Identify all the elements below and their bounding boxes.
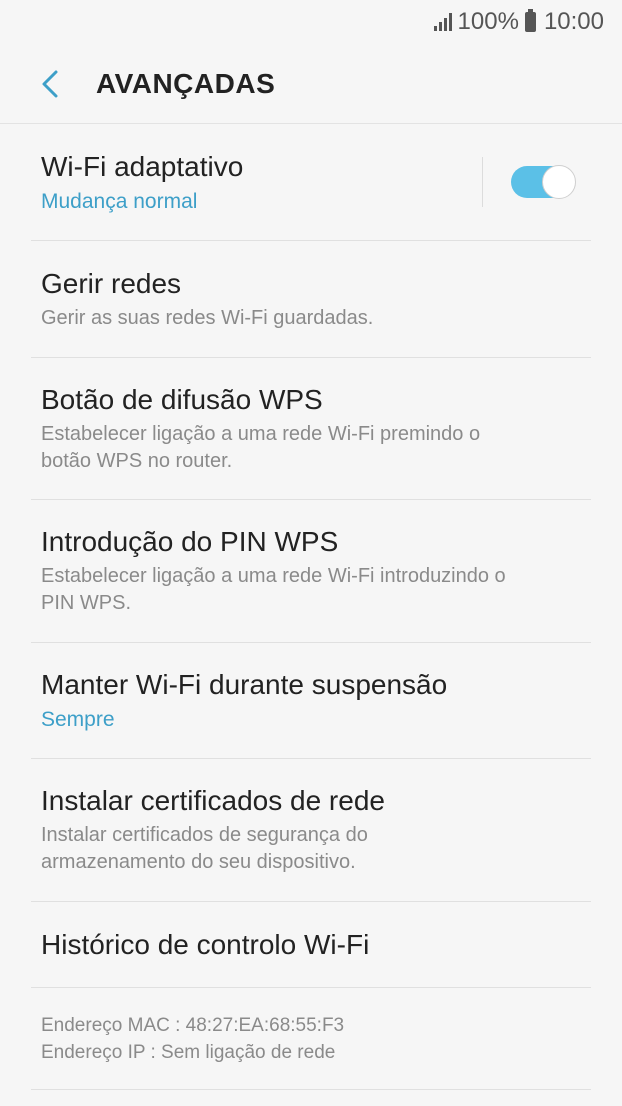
setting-manage-networks[interactable]: Gerir redes Gerir as suas redes Wi-Fi gu… [31,241,591,358]
setting-wps-pin[interactable]: Introdução do PIN WPS Estabelecer ligaçã… [31,500,591,643]
setting-subtitle: Estabelecer ligação a uma rede Wi-Fi int… [41,563,581,617]
setting-wifi-control-history[interactable]: Histórico de controlo Wi-Fi [31,902,591,988]
settings-list: Wi-Fi adaptativo Mudança normal Gerir re… [0,124,622,1090]
setting-title: Wi-Fi adaptativo [41,150,244,182]
setting-install-certificates[interactable]: Instalar certificados de rede Instalar c… [31,759,591,902]
setting-subtitle-line1: Estabelecer ligação a uma rede Wi-Fi pre… [41,422,481,445]
setting-subtitle-line2: PIN WPS. [41,592,132,614]
adaptive-wifi-toggle[interactable] [511,165,576,199]
setting-subtitle-line2: armazenamento do seu dispositivo. [41,851,356,873]
setting-title: Introdução do PIN WPS [41,526,339,557]
signal-icon [433,13,452,31]
setting-title: Botão de difusão WPS [41,383,323,415]
status-bar: 100% 10:00 [0,0,622,44]
ip-address: Endereço IP : Sem ligação de rede [41,1041,336,1063]
setting-subtitle: Sempre [41,708,115,731]
setting-title: Manter Wi-Fi durante suspensão [41,669,448,700]
setting-subtitle: Estabelecer ligação a uma rede Wi-Fi pre… [41,421,581,475]
toggle-knob [542,165,576,199]
clock: 10:00 [543,8,604,35]
setting-subtitle: Instalar certificados de segurança do ar… [41,822,581,876]
setting-wps-push[interactable]: Botão de difusão WPS Estabelecer ligação… [31,358,591,500]
setting-subtitle-line2: botão WPS no router. [41,449,233,472]
network-info: Endereço MAC : 48:27:EA:68:55:F3 Endereç… [31,988,591,1090]
back-button[interactable] [20,54,80,114]
setting-title: Histórico de controlo Wi-Fi [41,928,370,960]
setting-subtitle: Mudança normal [41,189,198,213]
battery-icon [524,9,536,32]
setting-title: Gerir redes [41,267,182,299]
battery-percentage: 100% [457,8,519,35]
setting-keep-wifi-sleep[interactable]: Manter Wi-Fi durante suspensão Sempre [31,643,591,759]
page-title: AVANÇADAS [96,67,276,99]
app-bar: AVANÇADAS [0,44,622,124]
setting-title: Instalar certificados de rede [41,785,385,816]
divider [482,157,483,207]
mac-address: Endereço MAC : 48:27:EA:68:55:F3 [41,1014,345,1036]
chevron-left-icon [42,70,58,97]
setting-subtitle-line1: Instalar certificados de segurança do [41,824,368,846]
setting-adaptive-wifi[interactable]: Wi-Fi adaptativo Mudança normal [31,124,591,241]
setting-subtitle-line1: Estabelecer ligação a uma rede Wi-Fi int… [41,565,506,587]
setting-subtitle: Gerir as suas redes Wi-Fi guardadas. [41,306,374,329]
